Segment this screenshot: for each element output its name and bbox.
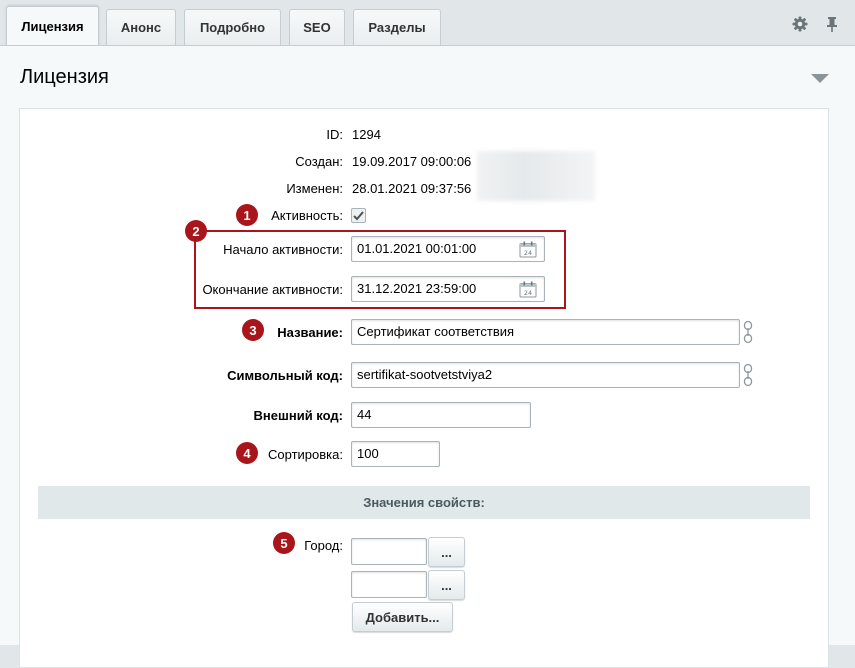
- tab-sections[interactable]: Разделы: [353, 9, 441, 45]
- step-badge-3: 3: [242, 319, 264, 341]
- created-label: Создан:: [295, 154, 343, 169]
- svg-text:24: 24: [524, 289, 532, 297]
- city-input-2[interactable]: [351, 571, 427, 598]
- modified-value: 28.01.2021 09:37:56: [352, 181, 472, 196]
- redacted-user-info: [477, 151, 595, 201]
- active-checkbox[interactable]: [351, 208, 366, 223]
- step-badge-4: 4: [236, 442, 258, 464]
- tab-announce[interactable]: Анонс: [106, 9, 176, 45]
- sort-input[interactable]: 100: [351, 441, 440, 467]
- sort-label: Сортировка:: [268, 447, 343, 462]
- svg-text:24: 24: [524, 249, 532, 257]
- pin-icon[interactable]: [823, 15, 841, 33]
- calendar-icon[interactable]: 24: [519, 241, 537, 258]
- active-from-label: Начало активности:: [223, 242, 343, 257]
- add-city-button[interactable]: Добавить...: [352, 602, 453, 632]
- modified-label: Изменен:: [286, 181, 343, 196]
- active-to-label: Окончание активности:: [202, 282, 343, 297]
- tab-seo[interactable]: SEO: [289, 9, 345, 45]
- step-badge-2: 2: [185, 220, 207, 242]
- id-value: 1294: [352, 127, 381, 142]
- gear-icon[interactable]: [791, 15, 809, 33]
- code-input[interactable]: sertifikat-sootvetstviya2: [351, 362, 740, 388]
- tab-license[interactable]: Лицензия: [6, 6, 99, 46]
- code-label: Символьный код:: [227, 368, 343, 383]
- xml-id-label: Внешний код:: [253, 408, 343, 423]
- active-from-input[interactable]: 01.01.2021 00:01:00: [351, 236, 545, 262]
- created-value: 19.09.2017 09:00:06: [352, 154, 472, 169]
- calendar-icon[interactable]: 24: [519, 281, 537, 298]
- city-label: Город:: [304, 538, 343, 553]
- city-input-1[interactable]: [351, 538, 427, 565]
- city-browse-button-2[interactable]: ...: [428, 570, 465, 600]
- city-browse-button-1[interactable]: ...: [428, 537, 465, 567]
- name-input[interactable]: Сертификат соответствия: [351, 319, 740, 345]
- xml-id-input[interactable]: 44: [351, 402, 531, 428]
- id-label: ID:: [326, 127, 343, 142]
- tab-bar: Лицензия Анонс Подробно SEO Разделы: [0, 0, 855, 46]
- tab-details[interactable]: Подробно: [184, 9, 281, 45]
- active-to-input[interactable]: 31.12.2021 23:59:00: [351, 276, 545, 302]
- panel-title: Лицензия: [20, 66, 109, 88]
- properties-section-title: Значения свойств:: [38, 486, 810, 519]
- active-label: Активность:: [271, 208, 343, 223]
- step-badge-5: 5: [273, 532, 295, 554]
- collapse-arrow-icon[interactable]: [811, 74, 829, 84]
- step-badge-1: 1: [236, 204, 258, 226]
- checkmark-icon: [353, 210, 364, 220]
- link-icon[interactable]: [742, 363, 754, 387]
- link-icon[interactable]: [742, 320, 754, 344]
- name-label: Название:: [277, 325, 343, 340]
